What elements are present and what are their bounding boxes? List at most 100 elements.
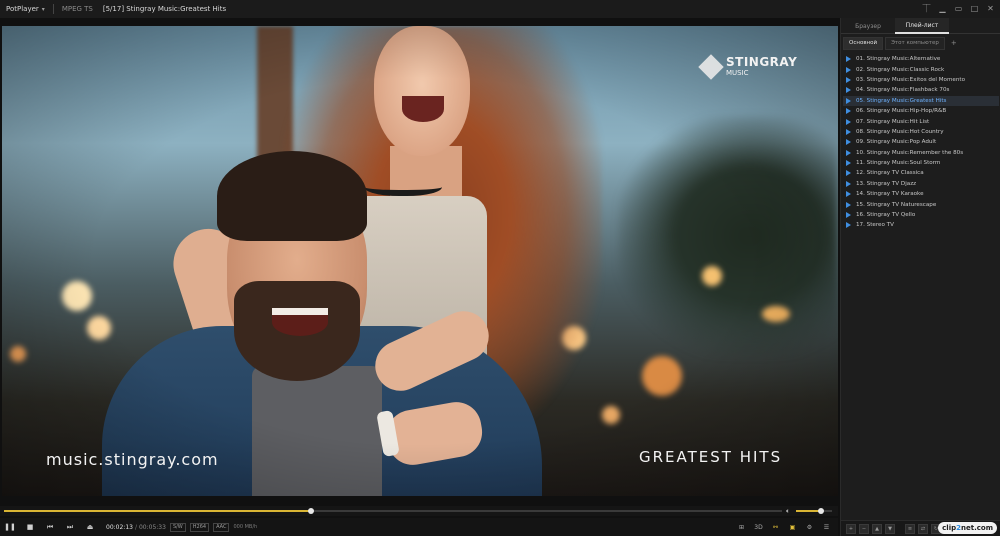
video-codec-badge[interactable]: H264 bbox=[189, 522, 210, 532]
window-title: [5/17] Stingray Music:Greatest Hits bbox=[102, 5, 227, 13]
play-icon bbox=[846, 108, 851, 115]
total-time: 00:05:33 bbox=[138, 523, 166, 531]
playlist-item[interactable]: 10. Stingray Music:Remember the 80s bbox=[843, 148, 999, 158]
playlist-item-label: 02. Stingray Music:Classic Rock bbox=[856, 66, 945, 73]
play-icon bbox=[846, 128, 851, 135]
playlist-item-label: 08. Stingray Music:Hot Country bbox=[856, 128, 944, 135]
chevron-down-icon: ▾ bbox=[41, 5, 45, 13]
subtab-main[interactable]: Основной bbox=[843, 36, 884, 50]
watermark-sub: MUSIC bbox=[726, 69, 749, 77]
remove-file-icon[interactable]: − bbox=[859, 523, 869, 534]
playlist-item[interactable]: 08. Stingray Music:Hot Country bbox=[843, 127, 999, 137]
tab-playlist[interactable]: Плей-лист bbox=[895, 18, 949, 34]
playlist-item[interactable]: 07. Stingray Music:Hit List bbox=[843, 116, 999, 126]
play-icon bbox=[846, 139, 851, 146]
capture-icon[interactable]: ⚯ bbox=[768, 519, 783, 535]
channel-watermark: STINGRAY MUSIC bbox=[698, 53, 797, 80]
stop-button[interactable]: ■ bbox=[20, 519, 40, 535]
playlist-item[interactable]: 06. Stingray Music:Hip-Hop/R&B bbox=[843, 106, 999, 116]
next-button[interactable]: ⏭ bbox=[60, 519, 80, 535]
playlist-item-label: 17. Stereo TV bbox=[856, 222, 894, 229]
playlist-item[interactable]: 03. Stingray Music:Exitos del Momento bbox=[843, 75, 999, 85]
playlist-footer: + − ▲ ▼ ≡ ⇄ ↻ clip 2 net .com bbox=[841, 520, 1000, 536]
restore-icon[interactable]: ▭ bbox=[953, 2, 964, 14]
codec-label: MPEG TS bbox=[61, 5, 93, 13]
seek-handle[interactable] bbox=[308, 508, 315, 514]
playlist-item[interactable]: 02. Stingray Music:Classic Rock bbox=[843, 64, 999, 74]
current-time: 00:02:13 bbox=[106, 523, 133, 531]
playlist-item-current[interactable]: 05. Stingray Music:Greatest Hits bbox=[843, 95, 999, 106]
play-icon bbox=[846, 97, 851, 104]
play-icon bbox=[846, 201, 851, 208]
play-icon bbox=[846, 170, 851, 177]
pause-button[interactable]: ❚❚ bbox=[0, 519, 20, 535]
title-bar: PotPlayer ▾ MPEG TS [5/17] Stingray Musi… bbox=[0, 0, 1000, 18]
video-vignette bbox=[2, 26, 838, 496]
play-icon bbox=[846, 191, 851, 198]
volume-handle[interactable] bbox=[818, 508, 825, 514]
playlist-item[interactable]: 04. Stingray Music:Flashback 70s bbox=[843, 85, 999, 95]
playlist: 01. Stingray Music:Alternative 02. Stingr… bbox=[843, 54, 999, 231]
move-up-icon[interactable]: ▲ bbox=[872, 523, 882, 534]
shuffle-icon[interactable]: ⇄ bbox=[918, 523, 928, 534]
playlist-item[interactable]: 17. Stereo TV bbox=[843, 220, 999, 230]
playlist-item-label: 15. Stingray TV Naturescape bbox=[856, 201, 937, 208]
play-icon bbox=[846, 160, 851, 167]
playlist-item-label: 12. Stingray TV Classica bbox=[856, 170, 924, 177]
playlist-item[interactable]: 16. Stingray TV Qello bbox=[843, 210, 999, 220]
sort-icon[interactable]: ≡ bbox=[905, 523, 915, 534]
play-icon bbox=[846, 76, 851, 83]
maximize-icon[interactable]: □ bbox=[969, 2, 980, 14]
play-icon bbox=[846, 222, 851, 229]
eject-button[interactable]: ⏏ bbox=[80, 519, 100, 535]
player-tools: ⊞ 3D ⚯ ▣ ⚙ ☰ bbox=[734, 519, 834, 535]
overlay-site-url: music.stingray.com bbox=[46, 450, 219, 469]
playlist-item-label: 14. Stingray TV Karaoke bbox=[856, 191, 924, 198]
play-icon bbox=[846, 118, 851, 125]
previous-button[interactable]: ⏮ bbox=[40, 519, 60, 535]
playlist-item-label: 05. Stingray Music:Greatest Hits bbox=[856, 97, 947, 104]
video-area[interactable]: STINGRAY MUSIC music.stingray.com GREATE… bbox=[2, 26, 838, 496]
playlist-item[interactable]: 11. Stingray Music:Soul Storm bbox=[843, 158, 999, 168]
playlist-item[interactable]: 09. Stingray Music:Pop Adult bbox=[843, 137, 999, 147]
playlist-item-label: 01. Stingray Music:Alternative bbox=[856, 56, 941, 63]
subtab-this-computer[interactable]: Этот компьютер bbox=[885, 36, 945, 50]
playlist-toggle-icon[interactable]: ▣ bbox=[785, 519, 800, 535]
decoder-badge[interactable]: S/W bbox=[169, 522, 186, 532]
bitrate-label: 000 MB/h bbox=[233, 524, 258, 530]
playlist-item-label: 09. Stingray Music:Pop Adult bbox=[856, 139, 937, 146]
seek-bar[interactable] bbox=[4, 508, 782, 514]
side-panel: Браузер Плей-лист Основной Этот компьюте… bbox=[840, 18, 1000, 536]
overlay-channel-caption: GREATEST HITS bbox=[639, 448, 783, 466]
playlist-item-label: 16. Stingray TV Qello bbox=[856, 212, 916, 219]
stingray-logo-icon bbox=[698, 53, 724, 80]
playlist-item[interactable]: 15. Stingray TV Naturescape bbox=[843, 199, 999, 209]
audio-codec-badge[interactable]: AAC bbox=[213, 522, 230, 532]
playlist-item[interactable]: 12. Stingray TV Classica bbox=[843, 168, 999, 178]
app-menu[interactable]: PotPlayer ▾ bbox=[0, 5, 45, 13]
settings-icon[interactable]: ⚙ bbox=[802, 519, 817, 535]
pin-icon[interactable]: ⏉ bbox=[921, 2, 932, 14]
add-tab-button[interactable]: + bbox=[947, 37, 961, 50]
move-down-icon[interactable]: ▼ bbox=[885, 523, 895, 534]
playlist-item-label: 11. Stingray Music:Soul Storm bbox=[856, 160, 941, 167]
playlist-subtabs: Основной Этот компьютер + bbox=[841, 36, 1000, 50]
mode-3d-button[interactable]: 3D bbox=[751, 519, 766, 535]
playlist-item[interactable]: 14. Stingray TV Karaoke bbox=[843, 189, 999, 199]
site-logo: clip 2 net .com bbox=[938, 522, 997, 534]
playlist-item[interactable]: 01. Stingray Music:Alternative bbox=[843, 54, 999, 64]
volume-icon[interactable]: 🔈︎ bbox=[786, 507, 790, 516]
display-mode-icon[interactable]: ⊞ bbox=[734, 519, 749, 535]
window-controls: ⏉ ▁ ▭ □ ✕ bbox=[921, 2, 996, 14]
playlist-item[interactable]: 13. Stingray TV Djazz bbox=[843, 179, 999, 189]
seek-progress bbox=[4, 510, 312, 512]
add-file-icon[interactable]: + bbox=[846, 523, 856, 534]
playlist-item-label: 03. Stingray Music:Exitos del Momento bbox=[856, 76, 966, 83]
menu-icon[interactable]: ☰ bbox=[819, 519, 834, 535]
volume-slider[interactable] bbox=[796, 508, 832, 514]
play-icon bbox=[846, 66, 851, 73]
minimize-icon[interactable]: ▁ bbox=[937, 2, 948, 14]
close-icon[interactable]: ✕ bbox=[985, 2, 996, 14]
playlist-item-label: 06. Stingray Music:Hip-Hop/R&B bbox=[856, 108, 947, 115]
tab-browser[interactable]: Браузер bbox=[841, 18, 895, 34]
